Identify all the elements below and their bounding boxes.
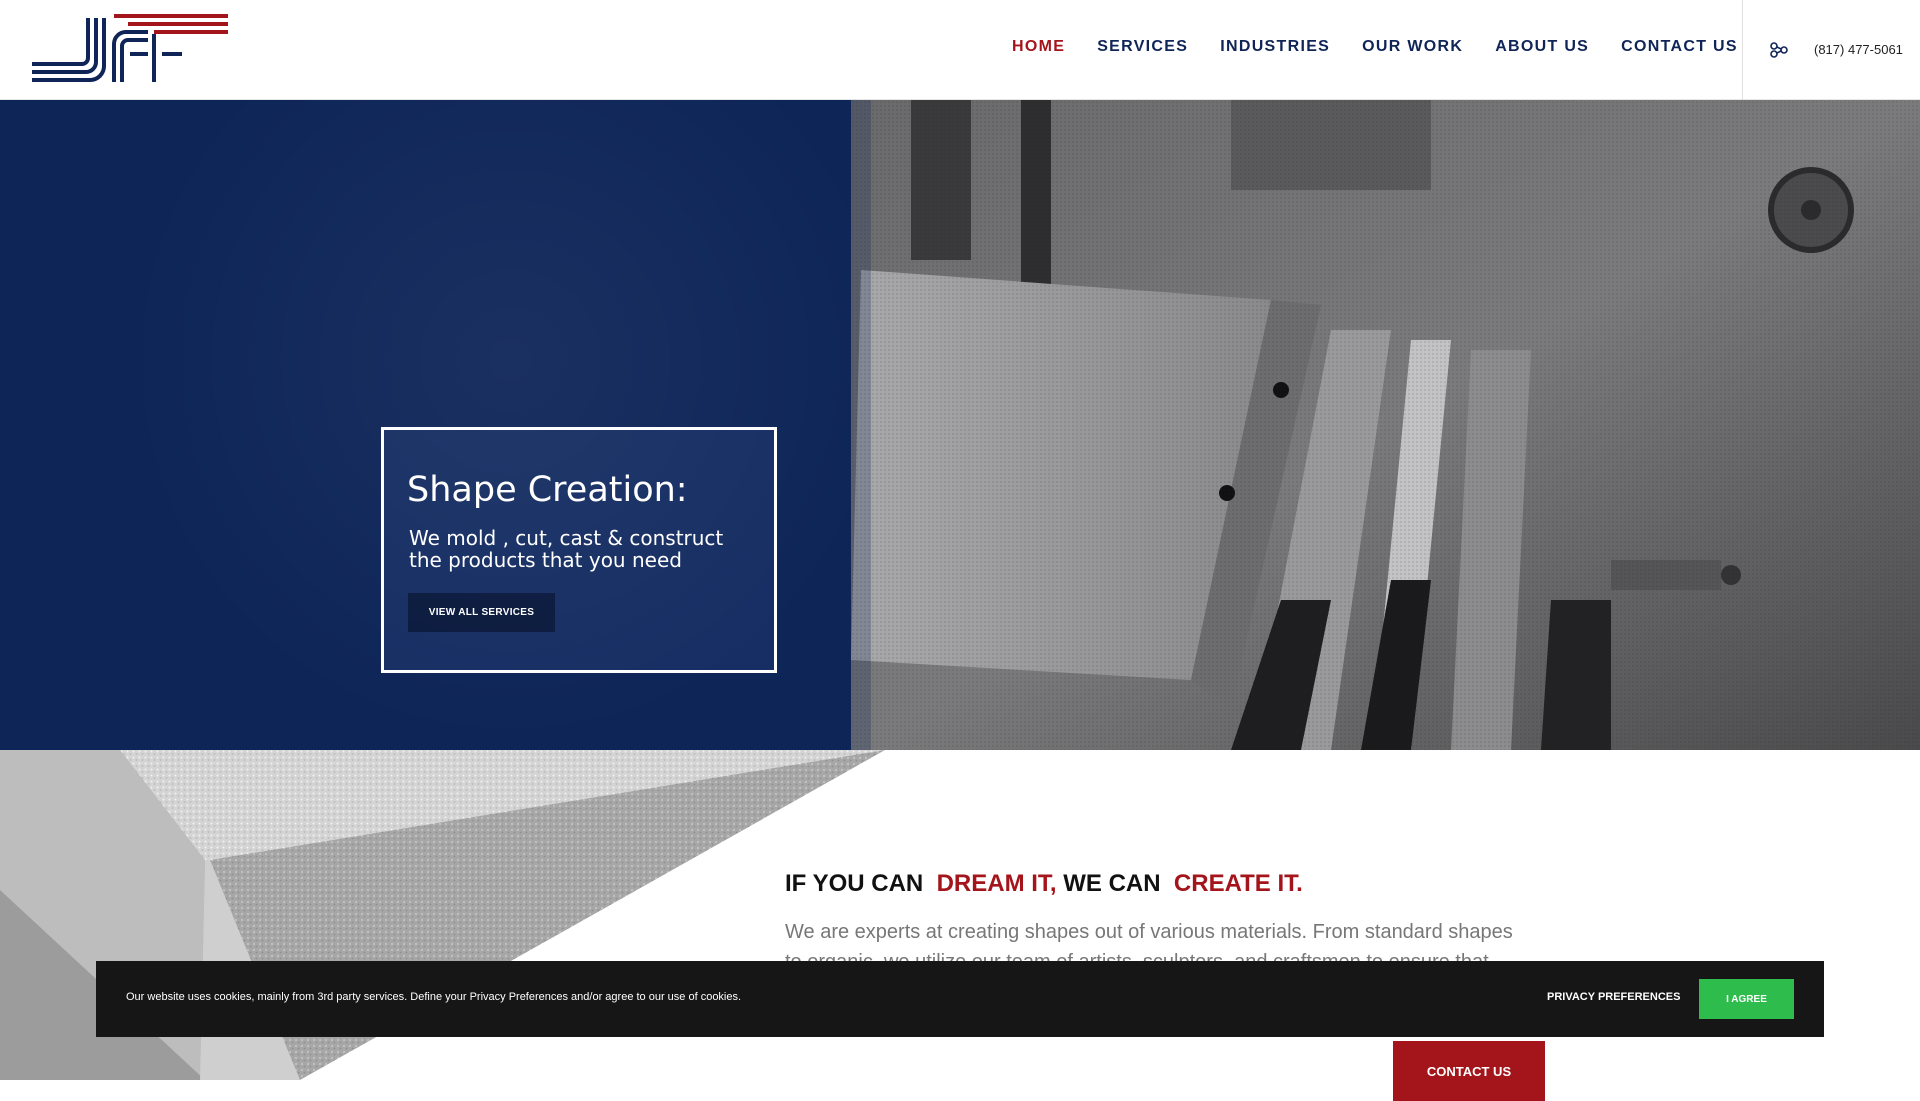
- view-all-services-button[interactable]: VIEW ALL SERVICES: [408, 593, 555, 632]
- intro-headline: IF YOU CAN DREAM IT, WE CAN CREATE IT.: [785, 870, 1303, 898]
- header-divider: [1742, 0, 1743, 100]
- cookie-banner: Our website uses cookies, mainly from 3r…: [96, 961, 1824, 1037]
- main-nav: HOME SERVICES INDUSTRIES OUR WORK ABOUT …: [1012, 38, 1738, 56]
- nav-contact-us[interactable]: CONTACT US: [1621, 38, 1738, 56]
- nav-services[interactable]: SERVICES: [1097, 38, 1188, 56]
- nav-our-work[interactable]: OUR WORK: [1362, 38, 1463, 56]
- i-agree-button[interactable]: I AGREE: [1699, 979, 1794, 1019]
- contact-us-button[interactable]: CONTACT US: [1393, 1041, 1545, 1101]
- privacy-preferences-button[interactable]: PRIVACY PREFERENCES: [1547, 991, 1680, 1003]
- hero-card: Shape Creation: We mold , cut, cast & co…: [381, 427, 777, 673]
- headline-dream: DREAM IT,: [936, 870, 1057, 897]
- headline-create: CREATE IT.: [1173, 870, 1303, 897]
- nav-industries[interactable]: INDUSTRIES: [1220, 38, 1330, 56]
- phone-number[interactable]: (817) 477-5061: [1814, 42, 1903, 57]
- nav-home[interactable]: HOME: [1012, 38, 1065, 56]
- hero-photo: [851, 100, 1920, 750]
- hero-subtitle: We mold , cut, cast & construct the prod…: [409, 526, 724, 572]
- site-header: HOME SERVICES INDUSTRIES OUR WORK ABOUT …: [0, 0, 1920, 100]
- nav-about-us[interactable]: ABOUT US: [1495, 38, 1589, 56]
- hero-panel: Shape Creation: We mold , cut, cast & co…: [0, 100, 851, 750]
- headline-part1: IF YOU CAN: [785, 870, 924, 897]
- hero-title: Shape Creation:: [407, 470, 688, 510]
- jcf-logo[interactable]: [30, 14, 230, 86]
- phone-icon[interactable]: [1770, 41, 1788, 59]
- cookie-message: Our website uses cookies, mainly from 3r…: [126, 991, 742, 1003]
- headline-part2: WE CAN: [1063, 870, 1161, 897]
